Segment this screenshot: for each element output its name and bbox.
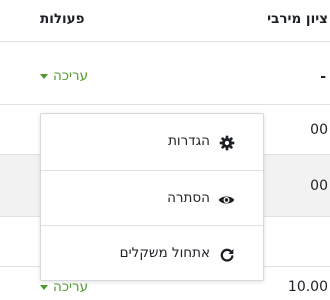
menu-item-reset-weights[interactable]: אתחול משקלים <box>41 225 263 280</box>
refresh-icon <box>218 246 235 263</box>
menu-item-label: הגדרות <box>168 133 210 149</box>
gear-icon <box>218 134 235 151</box>
max-grade-value: - <box>320 69 326 85</box>
edit-link-label: עריכה <box>53 68 89 84</box>
menu-item-settings[interactable]: הגדרות <box>41 114 263 169</box>
column-header-actions: פעולות <box>40 11 85 27</box>
edit-menu-toggle[interactable]: עריכה <box>40 279 88 295</box>
caret-down-icon <box>40 73 48 79</box>
table-header: ציון מירבי פעולות <box>0 0 330 42</box>
table-row: - עריכה <box>0 43 330 105</box>
max-grade-value: 00 <box>310 122 328 138</box>
menu-item-label: הסתרה <box>167 190 210 206</box>
eye-icon <box>218 191 235 208</box>
caret-down-icon <box>40 284 48 290</box>
edit-menu-toggle[interactable]: עריכה <box>40 68 88 84</box>
grade-setup-table: ציון מירבי פעולות - עריכה 00 00 10.00 ער… <box>0 0 330 300</box>
edit-link-label: עריכה <box>53 279 89 295</box>
column-header-max-grade: ציון מירבי <box>267 11 328 27</box>
action-dropdown-menu: הגדרות הסתרה אתחול משקלים <box>40 113 264 281</box>
menu-item-label: אתחול משקלים <box>119 245 210 261</box>
max-grade-value: 10.00 <box>287 279 328 295</box>
max-grade-value: 00 <box>310 178 328 194</box>
menu-item-hide[interactable]: הסתרה <box>41 170 263 225</box>
